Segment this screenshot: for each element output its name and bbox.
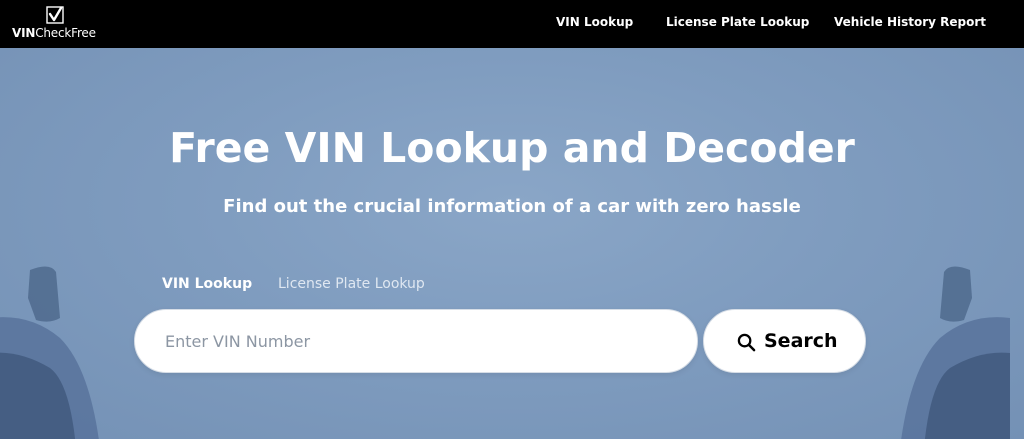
hero-section: Free VIN Lookup and Decoder Find out the… [0, 48, 1024, 439]
search-icon [737, 333, 756, 352]
logo-text: VINCheckFree [12, 26, 96, 40]
hero-title: Free VIN Lookup and Decoder [169, 124, 855, 172]
tab-vin-lookup[interactable]: VIN Lookup [162, 276, 252, 292]
car-silhouette-right-image [901, 266, 1010, 439]
nav-vin-lookup[interactable]: VIN Lookup [556, 15, 633, 29]
search-button[interactable]: Search [703, 309, 866, 373]
top-navbar: VINCheckFree VIN Lookup License Plate Lo… [0, 0, 1024, 48]
nav-license-plate-lookup[interactable]: License Plate Lookup [666, 15, 809, 29]
nav-vehicle-history-report[interactable]: Vehicle History Report [834, 15, 986, 29]
site-logo[interactable]: VINCheckFree [12, 4, 112, 44]
search-button-label: Search [764, 330, 838, 352]
car-silhouette-left-image [0, 266, 99, 439]
checkmark-logo-icon [46, 6, 64, 24]
hero-subtitle: Find out the crucial information of a ca… [223, 196, 801, 217]
tab-license-plate-lookup[interactable]: License Plate Lookup [278, 276, 425, 292]
vin-search-input[interactable] [134, 309, 698, 373]
